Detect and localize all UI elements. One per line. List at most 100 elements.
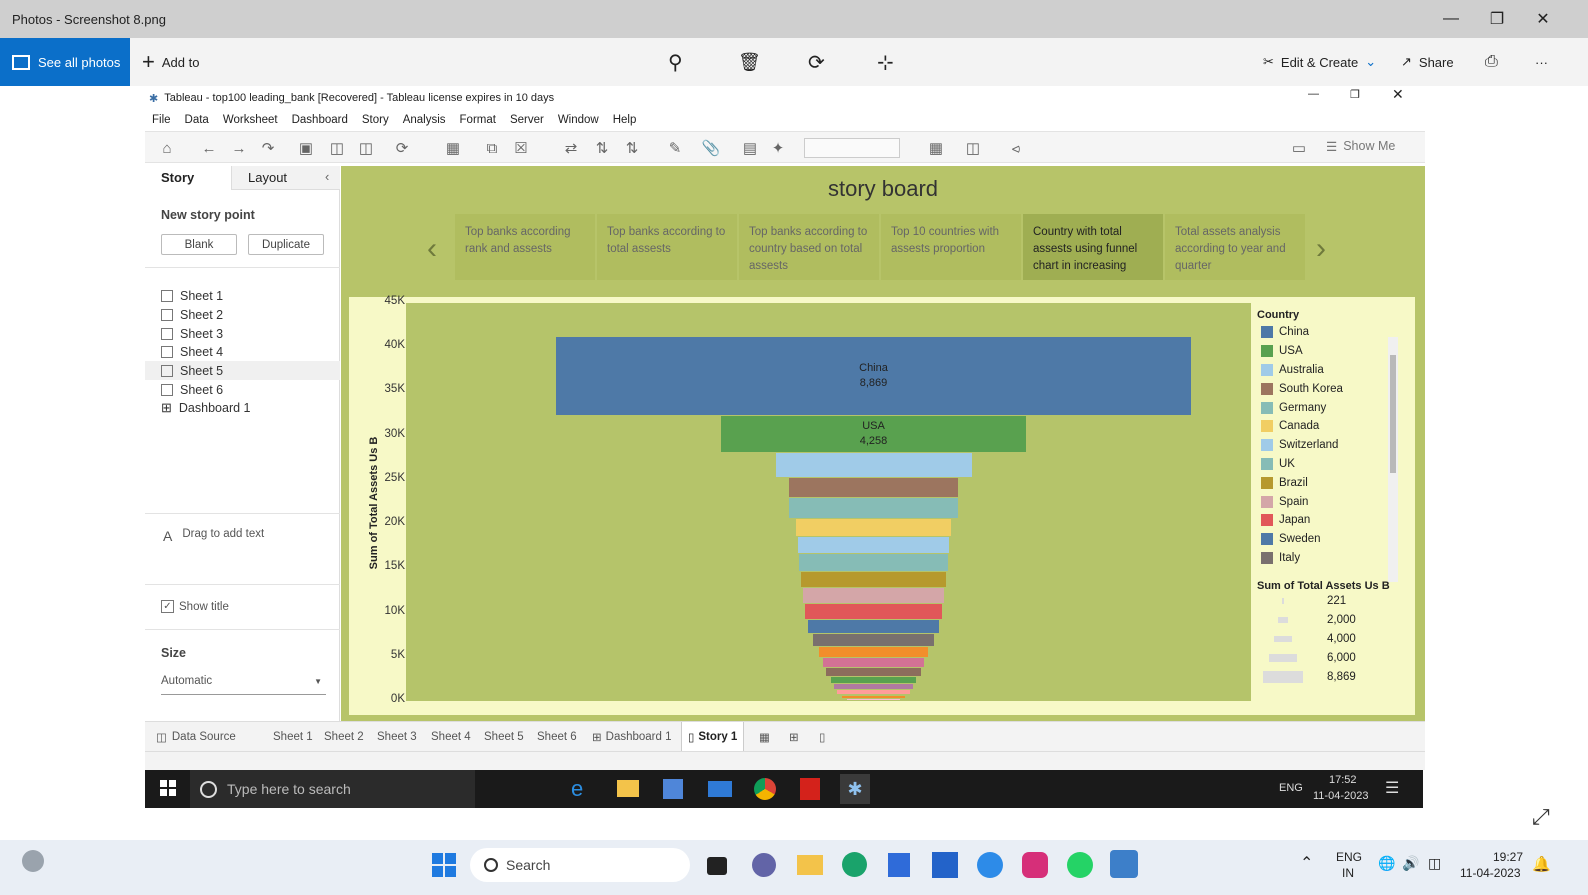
refresh-icon[interactable]: ⟳ — [391, 137, 413, 159]
next-story-point-button[interactable]: › — [1316, 232, 1326, 266]
crop-icon[interactable]: ⊹ — [877, 38, 894, 86]
sheet-item-dashboard-1[interactable]: ⊞ Dashboard 1 — [145, 398, 340, 417]
tableau-close-button[interactable]: ✕ — [1392, 86, 1404, 103]
add-to-button[interactable]: + Add to — [142, 38, 199, 86]
close-button[interactable]: ✕ — [1520, 0, 1566, 38]
pin-icon[interactable]: ✦ — [767, 137, 789, 159]
duplicate-sheet-icon[interactable]: ⧉ — [481, 137, 503, 159]
home-icon[interactable]: ⌂ — [156, 137, 178, 159]
label-icon[interactable]: ▤ — [739, 137, 761, 159]
show-me-button[interactable]: ☰ Show Me — [1326, 139, 1395, 154]
funnel-bar-spain[interactable] — [803, 588, 944, 604]
menu-dashboard[interactable]: Dashboard — [292, 114, 348, 126]
story-point-2[interactable]: Top banks according to total assests — [597, 214, 737, 280]
task-view-icon[interactable] — [707, 857, 727, 875]
mail-icon[interactable] — [708, 781, 732, 797]
teams-icon[interactable] — [752, 853, 776, 877]
tab-layout[interactable]: Layout — [231, 166, 340, 190]
fit-dropdown[interactable] — [804, 138, 900, 158]
menu-analysis[interactable]: Analysis — [403, 114, 446, 126]
swap-icon[interactable]: ⇄ — [560, 137, 582, 159]
tab-sheet-5[interactable]: Sheet 5 — [478, 722, 530, 752]
minimize-button[interactable]: — — [1428, 0, 1474, 38]
funnel-bar-canada[interactable] — [796, 518, 951, 536]
start-button[interactable] — [432, 853, 456, 877]
funnel-bar-switzerland[interactable] — [797, 536, 950, 554]
sheet-item-4[interactable]: Sheet 4 — [145, 342, 340, 361]
clear-sheet-icon[interactable]: ☒ — [510, 137, 532, 159]
new-data-source-icon[interactable]: ◫ — [326, 137, 348, 159]
story-point-3[interactable]: Top banks according to country based on … — [739, 214, 879, 280]
search-box[interactable]: Type here to search — [190, 770, 475, 808]
tab-story[interactable]: Story — [145, 166, 231, 190]
funnel-bar-uk[interactable] — [799, 554, 948, 571]
network-icon[interactable]: 🌐 — [1378, 855, 1395, 872]
funnel-bar-usa[interactable]: USA 4,258 — [721, 415, 1026, 453]
funnel-bar-south-korea[interactable] — [789, 477, 958, 498]
story-point-6[interactable]: Total assets analysis according to year … — [1165, 214, 1305, 280]
show-title-checkbox[interactable]: ✓ Show title — [161, 600, 229, 613]
menu-worksheet[interactable]: Worksheet — [223, 114, 278, 126]
story-point-4[interactable]: Top 10 countries with assests proportion — [881, 214, 1021, 280]
funnel-bar-item-18[interactable] — [836, 690, 911, 695]
presentation-icon[interactable]: ◫ — [962, 137, 984, 159]
back-icon[interactable]: ← — [198, 137, 220, 159]
zoom-in-icon[interactable]: ⚲ — [668, 38, 683, 86]
funnel-bar-item-19[interactable] — [842, 695, 905, 699]
tableau-minimize-button[interactable]: — — [1308, 88, 1319, 100]
notification-bell-icon[interactable]: 🔔 — [1532, 855, 1551, 873]
more-button[interactable]: ··· — [1535, 38, 1548, 86]
size-dropdown[interactable]: Automatic ▼ — [161, 675, 326, 695]
redo-icon[interactable]: ↷ — [257, 137, 279, 159]
menu-data[interactable]: Data — [185, 114, 209, 126]
blank-button[interactable]: Blank — [161, 234, 237, 255]
funnel-bar-australia[interactable] — [775, 453, 972, 477]
tab-sheet-4[interactable]: Sheet 4 — [425, 722, 477, 752]
menu-server[interactable]: Server — [510, 114, 544, 126]
funnel-bar-italy[interactable] — [813, 634, 934, 647]
lang-indicator[interactable]: ENG — [1279, 782, 1303, 794]
collapse-icon[interactable]: ‹ — [325, 169, 329, 184]
store-icon[interactable] — [663, 779, 683, 799]
delete-icon[interactable]: 🗑 — [738, 38, 761, 86]
funnel-bar-item-14[interactable] — [822, 658, 925, 668]
sort-descending-icon[interactable]: ⇅ — [621, 137, 643, 159]
funnel-bar-sweden[interactable] — [807, 619, 940, 634]
duplicate-button[interactable]: Duplicate — [248, 234, 324, 255]
expand-icon[interactable]: ⤢ — [1532, 804, 1550, 830]
share-workbook-icon[interactable]: ⪦ — [1005, 137, 1027, 159]
pause-updates-icon[interactable]: ◫ — [355, 137, 377, 159]
explorer-icon[interactable] — [797, 855, 823, 875]
chrome-icon[interactable] — [754, 778, 776, 800]
drag-text-item[interactable]: A Drag to add text — [163, 528, 264, 544]
funnel-bar-brazil[interactable] — [800, 571, 947, 588]
new-dashboard-tab-icon[interactable]: ⊞ — [783, 722, 805, 752]
prev-story-point-button[interactable]: ‹ — [427, 232, 437, 266]
sheet-item-3[interactable]: Sheet 3 — [145, 324, 340, 343]
edge-icon[interactable]: e — [571, 776, 583, 802]
tab-dashboard-1[interactable]: ⊞ Dashboard 1 — [586, 722, 678, 752]
highlight-icon[interactable]: ✎ — [664, 137, 686, 159]
tab-sheet-6[interactable]: Sheet 6 — [531, 722, 583, 752]
funnel-bar-china[interactable]: China 8,869 — [556, 337, 1191, 415]
funnel-bar-germany[interactable] — [789, 498, 958, 518]
forward-icon[interactable]: → — [228, 137, 250, 159]
notification-icon[interactable]: ☰ — [1385, 778, 1399, 798]
legend-scroll-thumb[interactable] — [1390, 355, 1396, 473]
fix-axes-icon[interactable]: ▦ — [925, 137, 947, 159]
print-icon[interactable]: ⎙ — [1485, 38, 1498, 86]
edit-create-button[interactable]: ✂ Edit & Create ⌄ — [1263, 38, 1376, 86]
menu-help[interactable]: Help — [613, 114, 637, 126]
sheet-item-1[interactable]: Sheet 1 — [145, 286, 340, 305]
sheet-item-6[interactable]: Sheet 6 — [145, 380, 340, 399]
funnel-bar-item-16[interactable] — [831, 676, 916, 683]
new-worksheet-icon[interactable]: ▦ — [442, 137, 464, 159]
new-worksheet-tab-icon[interactable]: ▦ — [753, 722, 776, 752]
tab-sheet-2[interactable]: Sheet 2 — [318, 722, 370, 752]
instagram-icon[interactable] — [1022, 852, 1048, 878]
photos-app-icon[interactable] — [1110, 850, 1138, 878]
tab-sheet-3[interactable]: Sheet 3 — [371, 722, 423, 752]
new-story-tab-icon[interactable]: ▯ — [813, 722, 831, 752]
share-button[interactable]: ↗ Share — [1401, 38, 1454, 86]
sheet-item-5[interactable]: Sheet 5 — [145, 361, 340, 380]
